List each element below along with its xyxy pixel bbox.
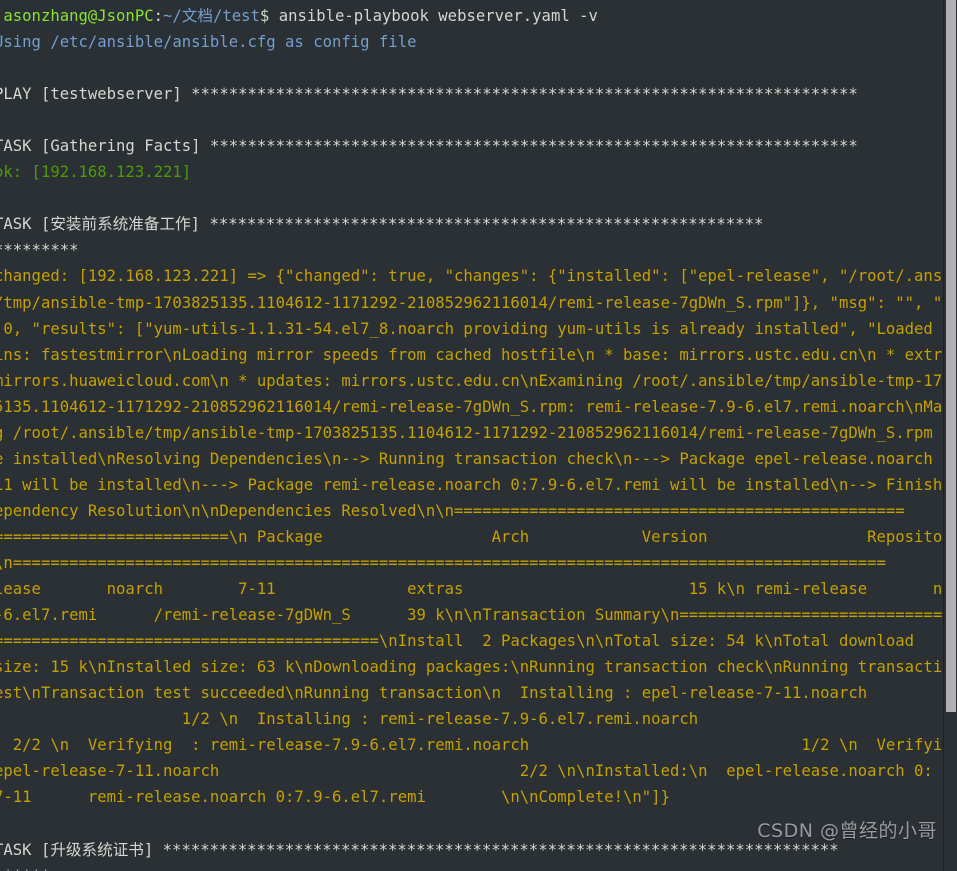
terminal-line: mirrors.huaweicloud.com\n * updates: mir… <box>0 371 943 390</box>
terminal-window[interactable]: jasonzhang@JsonPC:~/文档/test$ ansible-pla… <box>0 0 957 871</box>
prompt-line: jasonzhang@JsonPC:~/文档/test$ ansible-pla… <box>0 3 943 29</box>
terminal-line: ========================================… <box>0 632 915 651</box>
terminal-line: 0, "results": ["yum-utils-1.1.31-54.el7_… <box>0 319 943 338</box>
terminal-line: e installed\nResolving Dependencies\n-->… <box>0 449 943 468</box>
terminal-line: /tmp/ansible-tmp-1703825135.1104612-1171… <box>0 293 943 312</box>
command-text: ansible-playbook webserver.yaml -v <box>278 7 598 25</box>
terminal-line: 2/2 \n Verifying : remi-release-7.9-6.el… <box>0 736 943 755</box>
vertical-scrollbar[interactable] <box>943 0 957 871</box>
terminal-line: ins: fastestmirror\nLoading mirror speed… <box>0 345 943 364</box>
terminal-line: ****** <box>0 863 943 871</box>
terminal-line: epel-release-7-11.noarch 2/2 \n\nInstall… <box>0 762 933 781</box>
terminal-line: g /root/.ansible/tmp/ansible-tmp-1703825… <box>0 423 943 442</box>
prompt-separator: : <box>153 7 163 25</box>
terminal-screen[interactable]: jasonzhang@JsonPC:~/文档/test$ ansible-pla… <box>0 0 943 871</box>
terminal-line: Using /etc/ansible/ansible.cfg as config… <box>0 33 417 52</box>
terminal-line: \n======================================… <box>0 553 886 572</box>
terminal-line: =========================\n Package Arch… <box>0 527 943 546</box>
prompt-path: ~/文档/test <box>163 7 260 25</box>
terminal-line: size: 15 k\nInstalled size: 63 k\nDownlo… <box>0 658 943 677</box>
terminal-line: 5135.1104612-1171292-210852962116014/rem… <box>0 397 943 416</box>
terminal-line: 11 will be installed\n---> Package remi-… <box>0 475 943 494</box>
terminal-line: TASK [升级系统证书] **************************… <box>0 840 839 859</box>
prompt-user-host: jasonzhang@JsonPC <box>0 7 154 25</box>
terminal-line: changed: [192.168.123.221] => {"changed"… <box>0 267 943 286</box>
terminal-line: 7-11 remi-release.noarch 0:7.9-6.el7.rem… <box>0 788 670 807</box>
terminal-line: est\nTransaction test succeeded\nRunning… <box>0 684 868 703</box>
terminal-line: ********* <box>0 241 79 260</box>
terminal-output: Using /etc/ansible/ansible.cfg as config… <box>0 29 943 871</box>
terminal-line: 1/2 \n Installing : remi-release-7.9-6.e… <box>0 710 699 729</box>
scrollbar-thumb[interactable] <box>946 0 956 712</box>
terminal-line: ependency Resolution\n\nDependencies Res… <box>0 501 905 520</box>
terminal-line: ok: [192.168.123.221] <box>0 163 192 182</box>
terminal-line: TASK [Gathering Facts] *****************… <box>0 137 858 156</box>
terminal-line: PLAY [testwebserver] *******************… <box>0 85 858 104</box>
terminal-line: -6.el7.remi /remi-release-7gDWn_S 39 k\n… <box>0 606 943 625</box>
terminal-line: TASK [安装前系统准备工作] ***********************… <box>0 215 764 234</box>
terminal-line: lease noarch 7-11 extras 15 k\n remi-rel… <box>0 580 943 599</box>
prompt-sigil: $ <box>259 7 270 25</box>
